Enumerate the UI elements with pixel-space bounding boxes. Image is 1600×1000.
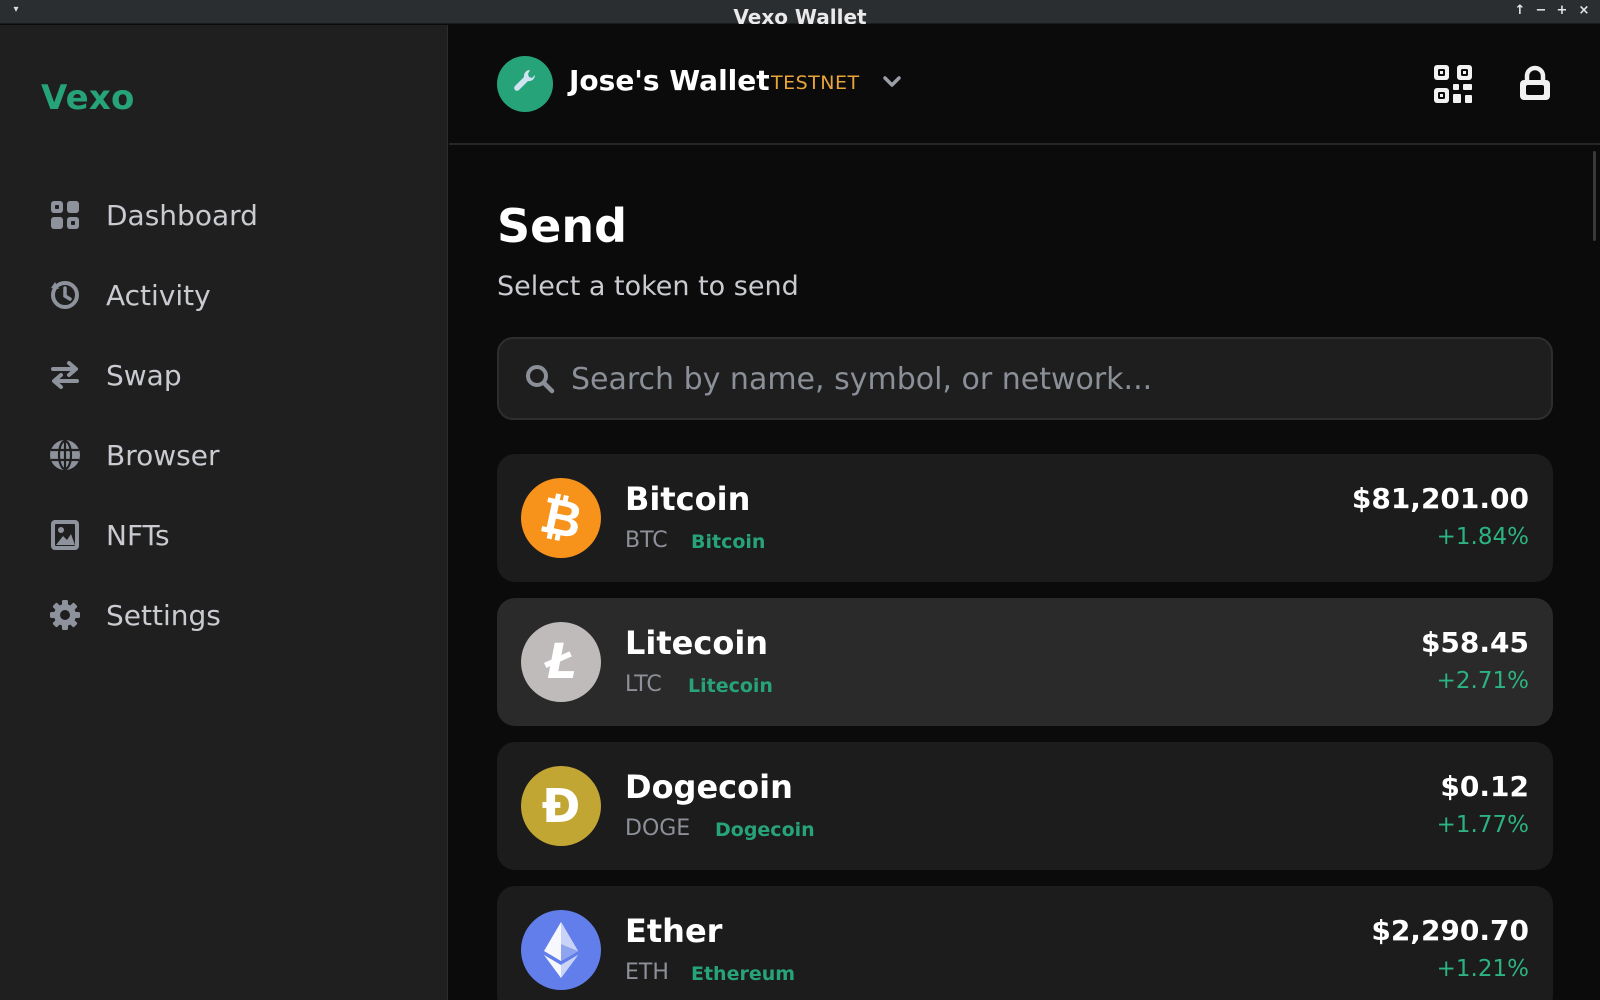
token-symbol: LTC (625, 672, 662, 697)
token-row-bitcoin[interactable]: ₿ Bitcoin BTC Bitcoin $81,201.00 +1.84% (497, 454, 1553, 582)
sidebar-nav: Dashboard Activity Swap Browser NFTs Set… (48, 175, 408, 655)
token-row-ether[interactable]: Ether ETH Ethereum $2,290.70 +1.21% (497, 886, 1553, 1000)
sidebar-item-settings[interactable]: Settings (48, 575, 408, 655)
wallet-header: Jose's Wallet TESTNET (449, 25, 1600, 145)
image-icon (48, 518, 82, 552)
token-price: $2,290.70 (1371, 914, 1529, 947)
sidebar-item-dashboard[interactable]: Dashboard (48, 175, 408, 255)
wallet-name[interactable]: Jose's Wallet (569, 64, 770, 97)
scrollbar[interactable] (1593, 151, 1596, 241)
window-maximize-icon[interactable]: + (1554, 3, 1570, 19)
window-minimize-icon[interactable]: − (1533, 3, 1549, 19)
token-name: Ether (625, 912, 723, 950)
token-symbol: BTC (625, 528, 668, 553)
token-change: +1.77% (1436, 812, 1529, 838)
token-change: +1.21% (1436, 956, 1529, 982)
litecoin-glyph: Ł (545, 634, 577, 690)
token-row-dogecoin[interactable]: Ð Dogecoin DOGE Dogecoin $0.12 +1.77% (497, 742, 1553, 870)
bitcoin-icon: ₿ (521, 478, 601, 558)
chevron-down-icon[interactable] (881, 71, 903, 93)
token-list: ₿ Bitcoin BTC Bitcoin $81,201.00 +1.84% … (497, 454, 1553, 1000)
wrench-icon (512, 68, 538, 101)
dashboard-icon (48, 198, 82, 232)
dogecoin-glyph: Ð (541, 779, 581, 833)
token-network: Litecoin (688, 675, 773, 697)
dogecoin-icon: Ð (521, 766, 601, 846)
sidebar: Vexo Dashboard Activity Swap Browser NFT… (0, 25, 448, 1000)
token-change: +1.84% (1436, 524, 1529, 550)
sidebar-item-label: NFTs (106, 518, 170, 552)
token-symbol: ETH (625, 960, 669, 985)
window-keep-above-icon[interactable]: ↑ (1512, 3, 1528, 19)
token-name: Dogecoin (625, 768, 793, 806)
token-change: +2.71% (1436, 668, 1529, 694)
window-close-icon[interactable]: × (1576, 3, 1592, 19)
search-input[interactable] (571, 351, 1531, 407)
token-name: Litecoin (625, 624, 769, 662)
swap-arrows-icon (48, 358, 82, 392)
token-symbol: DOGE (625, 816, 691, 841)
sidebar-item-label: Dashboard (106, 198, 258, 232)
brand-logo[interactable]: Vexo (41, 78, 135, 118)
sidebar-item-label: Browser (106, 438, 220, 472)
page-subtitle: Select a token to send (497, 271, 799, 302)
token-price: $58.45 (1420, 626, 1529, 659)
sidebar-item-nfts[interactable]: NFTs (48, 495, 408, 575)
sidebar-item-browser[interactable]: Browser (48, 415, 408, 495)
sidebar-item-label: Swap (106, 358, 182, 392)
bitcoin-glyph: ₿ (535, 485, 587, 551)
token-search (497, 337, 1553, 420)
sidebar-item-label: Activity (106, 278, 211, 312)
sidebar-item-label: Settings (106, 598, 221, 632)
token-row-litecoin[interactable]: Ł Litecoin LTC Litecoin $58.45 +2.71% (497, 598, 1553, 726)
qr-code-icon[interactable] (1434, 65, 1472, 103)
litecoin-icon: Ł (521, 622, 601, 702)
lock-icon[interactable] (1519, 65, 1551, 103)
page-title: Send (497, 199, 628, 253)
search-icon (525, 364, 555, 394)
window-titlebar: ▾ Vexo Wallet ↑ − + × (0, 0, 1600, 24)
token-price: $0.12 (1440, 770, 1529, 803)
token-network: Dogecoin (715, 819, 815, 841)
window-title: Vexo Wallet (733, 5, 867, 24)
token-price: $81,201.00 (1351, 482, 1529, 515)
token-network: Bitcoin (691, 531, 766, 553)
globe-icon (48, 438, 82, 472)
token-name: Bitcoin (625, 480, 751, 518)
history-icon (48, 278, 82, 312)
ethereum-icon (521, 910, 601, 990)
network-badge: TESTNET (771, 72, 860, 94)
sidebar-item-swap[interactable]: Swap (48, 335, 408, 415)
send-page: Send Select a token to send ₿ Bitcoin BT… (449, 147, 1600, 1000)
wallet-avatar[interactable] (497, 56, 553, 112)
gear-icon (48, 598, 82, 632)
token-network: Ethereum (691, 963, 796, 985)
sidebar-item-activity[interactable]: Activity (48, 255, 408, 335)
